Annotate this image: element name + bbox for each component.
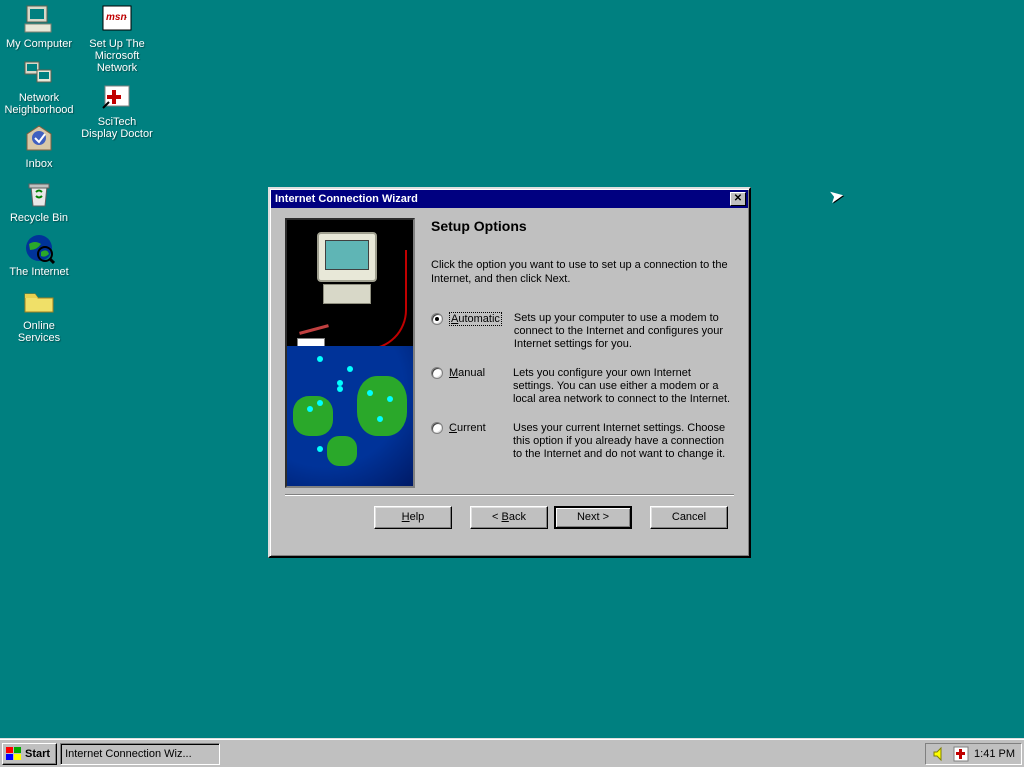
back-button[interactable]: < Back bbox=[470, 506, 548, 529]
radio-manual[interactable] bbox=[431, 367, 443, 379]
next-button[interactable]: Next > bbox=[554, 506, 632, 529]
computer-icon bbox=[23, 4, 55, 36]
online-services-icon[interactable]: Online Services bbox=[2, 284, 76, 344]
network-neighborhood-icon[interactable]: Network Neighborhood bbox=[2, 56, 76, 116]
my-computer-icon[interactable]: My Computer bbox=[2, 2, 76, 50]
start-button[interactable]: Start bbox=[2, 743, 57, 765]
scitech-display-doctor-icon[interactable]: SciTech Display Doctor bbox=[80, 80, 154, 140]
network-icon bbox=[23, 58, 55, 90]
system-tray: 1:41 PM bbox=[925, 743, 1022, 765]
icon-label: The Internet bbox=[9, 266, 68, 278]
option-desc-manual: Lets you configure your own Internet set… bbox=[513, 367, 734, 406]
display-doctor-icon bbox=[101, 82, 133, 114]
taskbar: Start Internet Connection Wiz... 1:41 PM bbox=[0, 739, 1024, 767]
cancel-button[interactable]: Cancel bbox=[650, 506, 728, 529]
the-internet-icon[interactable]: The Internet bbox=[2, 230, 76, 278]
option-desc-current: Uses your current Internet settings. Cho… bbox=[513, 422, 734, 461]
titlebar[interactable]: Internet Connection Wizard ✕ bbox=[271, 190, 748, 208]
icon-label: SciTech Display Doctor bbox=[80, 116, 154, 140]
icon-label: Online Services bbox=[2, 320, 76, 344]
display-doctor-tray-icon[interactable] bbox=[953, 746, 969, 762]
icon-label: My Computer bbox=[6, 38, 72, 50]
msn-setup-icon[interactable]: msn. Set Up The Microsoft Network bbox=[80, 2, 154, 74]
separator bbox=[285, 494, 734, 496]
wizard-heading: Setup Options bbox=[431, 218, 734, 234]
volume-icon[interactable] bbox=[932, 746, 948, 762]
recycle-bin-glyph bbox=[23, 178, 55, 210]
help-button[interactable]: Help bbox=[374, 506, 452, 529]
wizard-content: Setup Options Click the option you want … bbox=[431, 218, 734, 488]
inbox-icon[interactable]: Inbox bbox=[2, 122, 76, 170]
desktop: My Computer Network Neighborhood Inbox R… bbox=[0, 0, 1024, 767]
globe-icon bbox=[23, 232, 55, 264]
option-desc-automatic: Sets up your computer to use a modem to … bbox=[514, 312, 734, 351]
option-label-manual[interactable]: Manual bbox=[449, 367, 485, 379]
option-automatic: Automatic Sets up your computer to use a… bbox=[431, 312, 734, 351]
icon-column-1: My Computer Network Neighborhood Inbox R… bbox=[2, 2, 76, 344]
windows-logo-icon bbox=[6, 747, 22, 761]
option-current: Current Uses your current Internet setti… bbox=[431, 422, 734, 461]
window-body: Setup Options Click the option you want … bbox=[271, 208, 748, 539]
icon-label: Recycle Bin bbox=[10, 212, 68, 224]
folder-icon bbox=[23, 286, 55, 318]
option-manual: Manual Lets you configure your own Inter… bbox=[431, 367, 734, 406]
close-button[interactable]: ✕ bbox=[730, 192, 746, 206]
recycle-bin-icon[interactable]: Recycle Bin bbox=[2, 176, 76, 224]
desktop-icons: My Computer Network Neighborhood Inbox R… bbox=[2, 2, 154, 344]
svg-text:msn: msn bbox=[106, 12, 127, 23]
icon-column-2: msn. Set Up The Microsoft Network SciTec… bbox=[80, 2, 154, 344]
msn-icon: msn. bbox=[101, 4, 133, 36]
window-title: Internet Connection Wizard bbox=[275, 193, 418, 205]
clock[interactable]: 1:41 PM bbox=[974, 748, 1015, 760]
taskbar-item-label: Internet Connection Wiz... bbox=[65, 748, 192, 760]
taskbar-item-wizard[interactable]: Internet Connection Wiz... bbox=[60, 743, 220, 765]
mouse-cursor: ➤ bbox=[827, 185, 846, 208]
radio-current[interactable] bbox=[431, 422, 443, 434]
wizard-intro: Click the option you want to use to set … bbox=[431, 258, 734, 286]
wizard-window: Internet Connection Wizard ✕ bbox=[268, 187, 751, 558]
option-label-current[interactable]: Current bbox=[449, 422, 486, 434]
radio-automatic[interactable] bbox=[431, 313, 443, 325]
icon-label: Set Up The Microsoft Network bbox=[80, 38, 154, 74]
icon-label: Network Neighborhood bbox=[2, 92, 76, 116]
start-label: Start bbox=[25, 748, 50, 760]
icon-label: Inbox bbox=[26, 158, 53, 170]
wizard-illustration bbox=[285, 218, 415, 488]
svg-text:.: . bbox=[125, 11, 127, 20]
option-label-automatic[interactable]: Automatic bbox=[449, 312, 502, 326]
button-row: Help < Back Next > Cancel bbox=[285, 506, 734, 529]
inbox-icon-glyph bbox=[23, 124, 55, 156]
